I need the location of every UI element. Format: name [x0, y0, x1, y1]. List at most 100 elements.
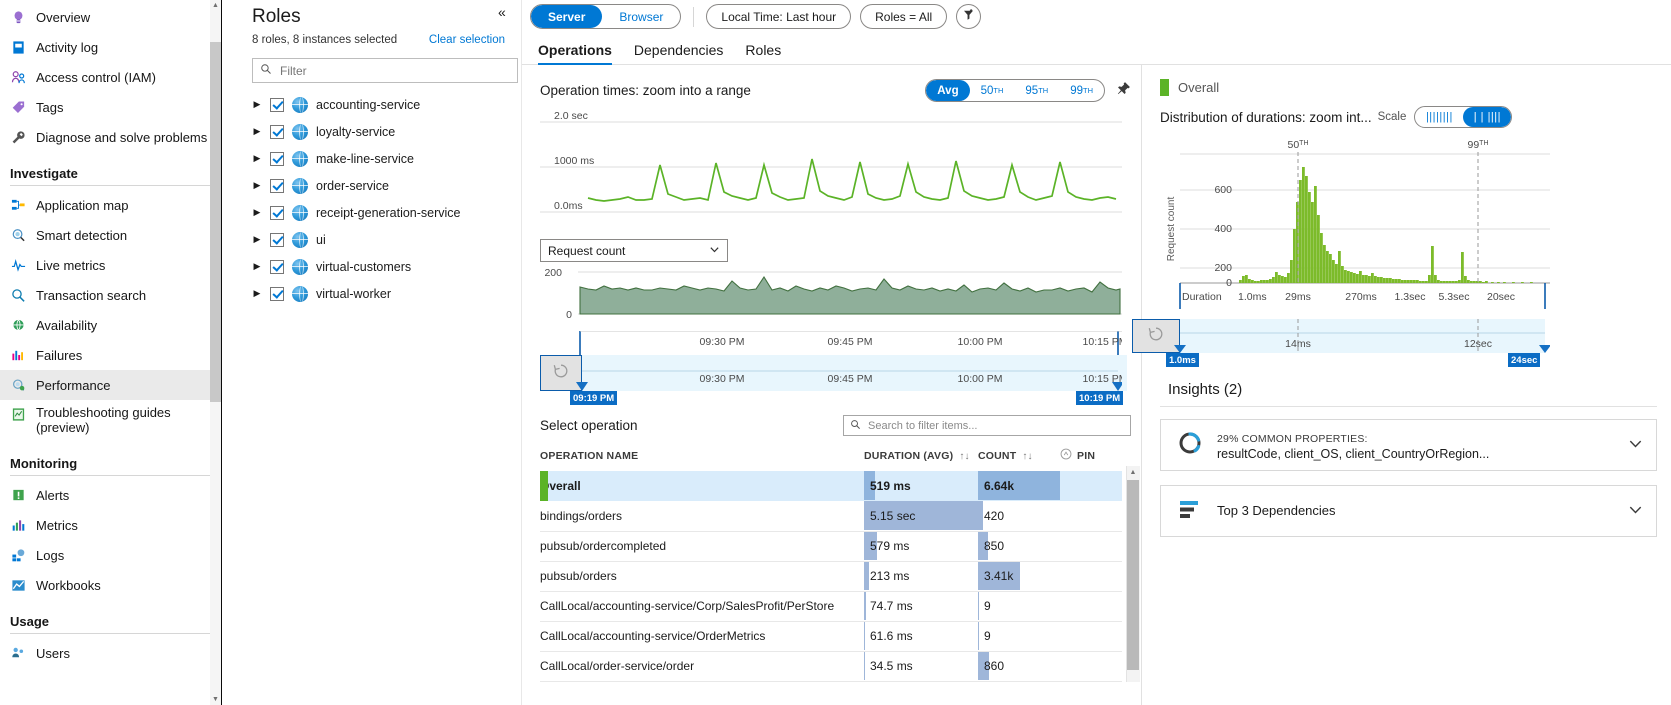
- sidebar-item-live-metrics[interactable]: Live metrics: [0, 250, 222, 280]
- insight-card-common-properties[interactable]: 29% COMMON PROPERTIES: resultCode, clien…: [1160, 419, 1657, 471]
- sidebar-item-diagnose[interactable]: Diagnose and solve problems: [0, 122, 222, 152]
- clear-selection-link[interactable]: Clear selection: [429, 34, 505, 46]
- roles-filter-chip[interactable]: Roles = All: [860, 4, 948, 29]
- select-operation-title: Select operation: [540, 418, 638, 433]
- role-list-item[interactable]: ▶ make-line-service: [238, 145, 505, 172]
- sidebar-item-application-map[interactable]: Application map: [0, 190, 222, 220]
- table-row[interactable]: pubsub/orders 213 ms 3.41k: [540, 561, 1122, 592]
- operation-name: pubsub/ordercompleted: [540, 539, 667, 553]
- filter-toolbar: « Server Browser Local Time: Last hour R…: [498, 0, 1671, 33]
- table-row[interactable]: Overall 519 ms 6.64k: [540, 471, 1122, 501]
- column-header-duration[interactable]: DURATION (AVG) ↑↓: [864, 444, 978, 471]
- expand-chevron-icon[interactable]: ▶: [252, 99, 262, 110]
- sidebar-item-performance[interactable]: Performance: [0, 370, 222, 400]
- sort-icon[interactable]: ↑↓: [959, 451, 969, 462]
- sidebar-item-activity-log[interactable]: Activity log: [0, 32, 222, 62]
- distribution-chart[interactable]: 50TH 99TH 600 400 200 0 Request count Du…: [1132, 134, 1657, 367]
- sidebar-item-tags[interactable]: Tags: [0, 92, 222, 122]
- table-scrollbar-track[interactable]: ▲: [1126, 466, 1140, 682]
- tab-operations[interactable]: Operations: [538, 42, 612, 65]
- add-filter-button[interactable]: [956, 4, 982, 29]
- metric-dropdown[interactable]: Request count: [540, 239, 728, 262]
- expand-chevron-icon[interactable]: ▶: [252, 288, 262, 299]
- chevron-down-icon[interactable]: [1627, 435, 1644, 456]
- sidebar-scrollbar-thumb[interactable]: [210, 42, 221, 402]
- expand-chevron-icon[interactable]: ▶: [252, 261, 262, 272]
- scroll-down-icon[interactable]: ▼: [210, 694, 221, 705]
- chevron-double-left-icon[interactable]: «: [498, 4, 506, 20]
- table-scrollbar-thumb[interactable]: [1127, 480, 1139, 670]
- table-row[interactable]: bindings/orders 5.15 sec 420: [540, 501, 1122, 532]
- expand-chevron-icon[interactable]: ▶: [252, 234, 262, 245]
- table-row[interactable]: pubsub/ordercompleted 579 ms 850: [540, 531, 1122, 562]
- role-list-item[interactable]: ▶ order-service: [238, 172, 505, 199]
- sidebar-item-smart-detection[interactable]: Smart detection: [0, 220, 222, 250]
- range-end-handle: [1112, 382, 1122, 391]
- role-checkbox[interactable]: [270, 232, 284, 247]
- role-checkbox[interactable]: [270, 151, 284, 166]
- time-range-chip[interactable]: Local Time: Last hour: [706, 4, 852, 29]
- log-scale-button[interactable]: | | ||||: [1463, 107, 1512, 127]
- role-list-item[interactable]: ▶ receipt-generation-service: [238, 199, 505, 226]
- sidebar-item-troubleshooting-guides[interactable]: Troubleshooting guides (preview): [0, 400, 222, 442]
- time-range-slider[interactable]: 09:30 PM 09:45 PM 10:00 PM 10:15 PM 09:1…: [540, 355, 1131, 405]
- sidebar-item-label: Live metrics: [36, 257, 106, 273]
- sidebar-item-access-control[interactable]: Access control (IAM): [0, 62, 222, 92]
- sidebar-item-label: Transaction search: [36, 287, 147, 303]
- role-list-item[interactable]: ▶ virtual-worker: [238, 280, 505, 307]
- sidebar-item-overview[interactable]: Overview: [0, 2, 222, 32]
- sidebar-item-metrics[interactable]: Metrics: [0, 510, 222, 540]
- role-list-item[interactable]: ▶ virtual-customers: [238, 253, 505, 280]
- role-checkbox[interactable]: [270, 205, 284, 220]
- table-row[interactable]: CallLocal/order-service/order 34.5 ms 86…: [540, 651, 1122, 682]
- role-checkbox[interactable]: [270, 286, 284, 301]
- percentile-avg-button[interactable]: Avg: [926, 80, 970, 101]
- pin-icon[interactable]: [1116, 81, 1131, 101]
- sidebar-item-alerts[interactable]: Alerts: [0, 480, 222, 510]
- operation-search-box[interactable]: [843, 415, 1131, 436]
- column-header-pin[interactable]: PIN: [1060, 444, 1122, 471]
- browser-toggle-button[interactable]: Browser: [602, 5, 680, 28]
- linear-scale-button[interactable]: ||||||||: [1415, 107, 1463, 127]
- role-checkbox[interactable]: [270, 124, 284, 139]
- sidebar-item-logs[interactable]: Logs: [0, 540, 222, 570]
- tab-roles[interactable]: Roles: [745, 42, 781, 64]
- sidebar-item-transaction-search[interactable]: Transaction search: [0, 280, 222, 310]
- sort-icon[interactable]: ↑↓: [1022, 451, 1032, 462]
- role-checkbox[interactable]: [270, 178, 284, 193]
- sidebar-item-availability[interactable]: Availability: [0, 310, 222, 340]
- scroll-up-icon[interactable]: ▲: [210, 0, 221, 11]
- role-list-item[interactable]: ▶ loyalty-service: [238, 118, 505, 145]
- sidebar-item-users[interactable]: Users: [0, 638, 222, 668]
- column-header-count[interactable]: COUNT ↑↓: [978, 444, 1060, 471]
- table-row[interactable]: CallLocal/accounting-service/Corp/SalesP…: [540, 591, 1122, 622]
- role-list-item[interactable]: ▶ accounting-service: [238, 91, 505, 118]
- percentile-95-button[interactable]: 95 TH: [1014, 80, 1059, 101]
- expand-chevron-icon[interactable]: ▶: [252, 126, 262, 137]
- expand-chevron-icon[interactable]: ▶: [252, 153, 262, 164]
- sidebar-item-workbooks[interactable]: Workbooks: [0, 570, 222, 600]
- roles-filter-input[interactable]: [278, 62, 510, 79]
- column-header-operation-name[interactable]: OPERATION NAME: [540, 444, 864, 471]
- duration-range-slider[interactable]: 14ms 12sec 1.0ms 24sec: [1132, 319, 1550, 367]
- sidebar-item-failures[interactable]: Failures: [0, 340, 222, 370]
- x-tick-label: 09:30 PM: [700, 336, 745, 348]
- role-checkbox[interactable]: [270, 259, 284, 274]
- server-toggle-button[interactable]: Server: [531, 5, 603, 28]
- tab-dependencies[interactable]: Dependencies: [634, 42, 724, 64]
- roles-filter-box[interactable]: [252, 58, 518, 83]
- operation-search-input[interactable]: [866, 418, 1124, 433]
- insight-card-top-dependencies[interactable]: Top 3 Dependencies: [1160, 485, 1657, 537]
- chevron-down-icon[interactable]: [1627, 501, 1644, 522]
- expand-chevron-icon[interactable]: ▶: [252, 180, 262, 191]
- percentile-50-button[interactable]: 50 TH: [970, 80, 1015, 101]
- distribution-title: Distribution of durations: zoom int...: [1160, 109, 1372, 125]
- table-row[interactable]: CallLocal/accounting-service/OrderMetric…: [540, 621, 1122, 652]
- scroll-up-icon[interactable]: ▲: [1127, 466, 1139, 479]
- expand-chevron-icon[interactable]: ▶: [252, 207, 262, 218]
- role-checkbox[interactable]: [270, 97, 284, 112]
- percentile-99-button[interactable]: 99 TH: [1059, 80, 1104, 101]
- metrics-icon: [10, 517, 26, 533]
- role-list-item[interactable]: ▶ ui: [238, 226, 505, 253]
- operation-times-chart[interactable]: 2.0 sec 1000 ms 0.0ms: [540, 110, 1131, 237]
